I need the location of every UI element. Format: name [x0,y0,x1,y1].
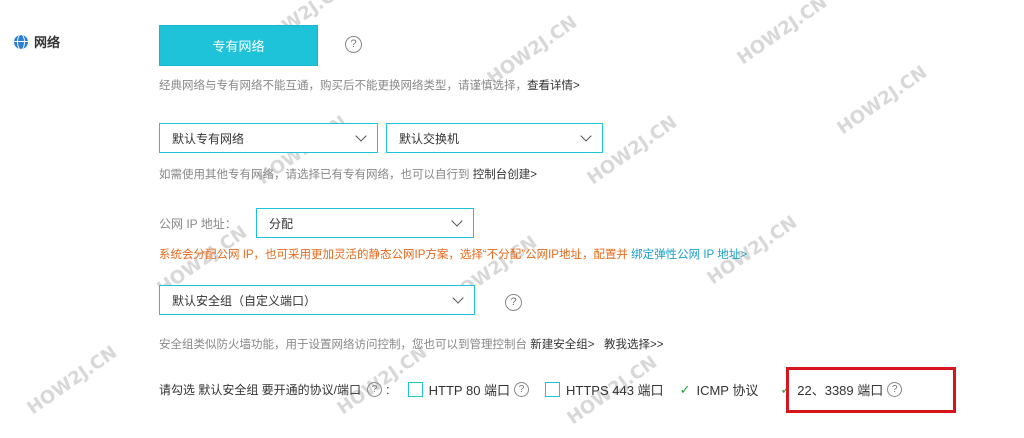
help-icon[interactable]: ? [345,36,362,53]
section-title: 网络 [34,35,61,50]
chevron-down-icon [355,130,367,142]
vswitch-select[interactable]: 默认交换机 [386,123,603,153]
public-ip-select[interactable]: 分配 [256,208,474,238]
security-group-select[interactable]: 默认安全组（自定义端口） [159,285,475,315]
network-section-label: 网络 [14,32,60,51]
vpc-select[interactable]: 默认专有网络 [159,123,378,153]
help-icon[interactable]: ? [505,294,522,311]
security-group-tip: 安全组类似防火墙功能，用于设置网络访问控制，您也可以到管理控制台 新建安全组> … [159,339,664,351]
chevron-down-icon [451,215,463,227]
highlight-box [786,367,956,413]
network-type-vpc-button[interactable]: 专有网络 [159,25,318,66]
port-option-icmp[interactable]: ✓ ICMP 协议 [680,380,759,399]
globe-icon [14,34,28,49]
network-tip: 经典网络与专有网络不能互通，购买后不能更换网络类型，请谨慎选择，查看详情> [159,80,580,92]
new-security-group-link[interactable]: 新建安全组> [530,339,594,351]
port-option-http[interactable]: HTTP 80 端口 ? [407,380,530,399]
watermark: HOW2J.CN [733,0,832,70]
chevron-down-icon [452,292,464,304]
watermark: HOW2J.CN [23,341,122,420]
view-details-link[interactable]: 查看详情> [527,80,580,92]
ports-prompt: 请勾选 默认安全组 要开通的协议/端口 [159,383,362,397]
help-icon[interactable]: ? [514,382,530,397]
bind-eip-link[interactable]: 绑定弹性公网 IP 地址> [631,249,747,261]
public-ip-label: 公网 IP 地址： [159,217,237,231]
watermark: HOW2J.CN [833,61,932,140]
checkmark-icon: ✓ [679,381,691,397]
public-ip-warning: 系统会分配公网 IP，也可采用更加灵活的静态公网IP方案，选择“不分配”公网IP… [159,249,747,261]
teach-me-link[interactable]: 教我选择>> [604,339,663,351]
checkbox[interactable] [407,382,423,397]
help-icon[interactable]: ? [367,382,383,397]
port-option-https[interactable]: HTTPS 443 端口 [545,380,664,399]
chevron-down-icon [580,130,592,142]
checkbox[interactable] [545,382,561,397]
console-create-link[interactable]: 控制台创建> [473,169,537,181]
vpc-tip: 如需使用其他专有网络，请选择已有专有网络，也可以自行到 控制台创建> [159,169,537,181]
